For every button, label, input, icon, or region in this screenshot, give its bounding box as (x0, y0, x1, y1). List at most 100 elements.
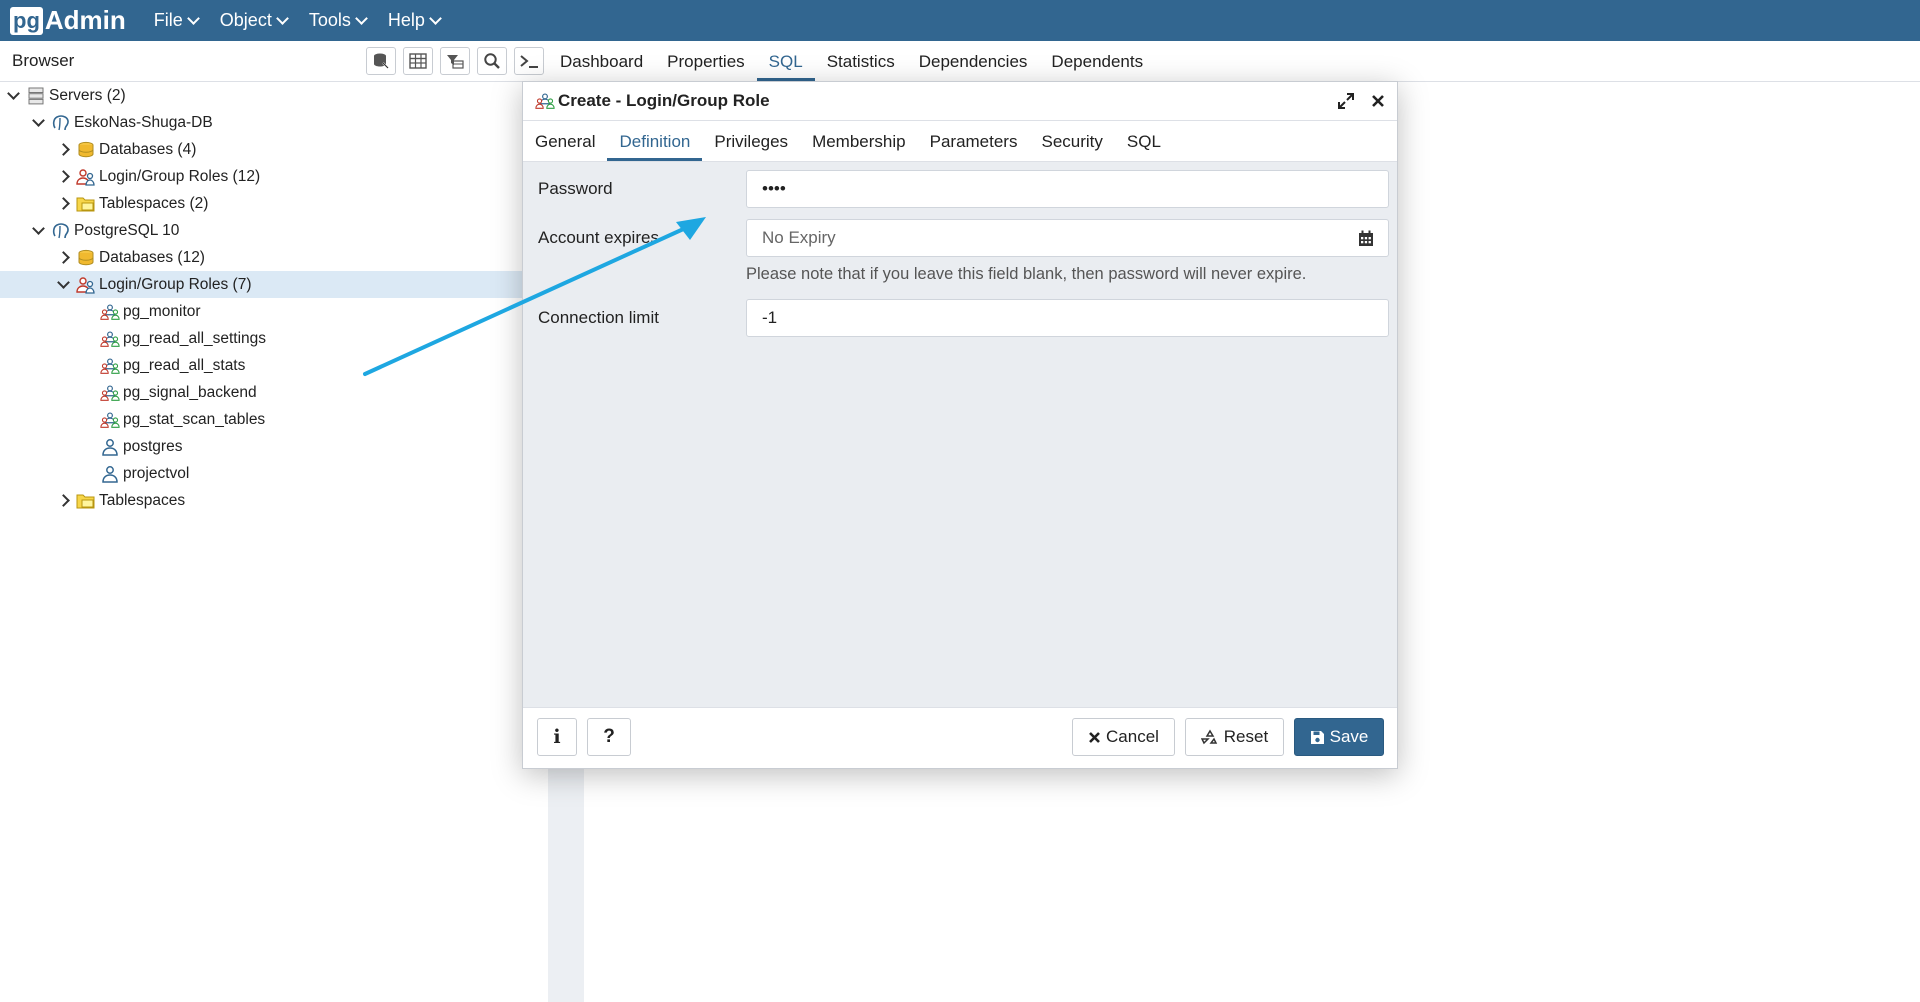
group-role-icon (100, 384, 120, 402)
user-role-icon (100, 438, 120, 456)
tree-node-pg-read-all-settings[interactable]: pg_read_all_settings (100, 325, 266, 352)
chevron-right-icon (56, 170, 70, 183)
password-label: Password (538, 179, 613, 198)
tree-toggle[interactable] (56, 170, 70, 183)
tree-toggle[interactable] (56, 251, 70, 264)
tab-statistics[interactable]: Statistics (815, 43, 907, 81)
servers-icon (26, 87, 46, 105)
tree-node-projectvol[interactable]: projectvol (100, 460, 189, 487)
tab-privileges[interactable]: Privileges (702, 123, 800, 161)
account-expires-field[interactable]: No Expiry (746, 219, 1345, 257)
tree-toggle[interactable] (56, 276, 70, 289)
tree-node-databases[interactable]: Databases (12) (56, 244, 205, 271)
save-label: Save (1329, 727, 1369, 746)
query-tool-button[interactable] (366, 47, 396, 75)
main-menu: File Object Tools Help (154, 10, 462, 31)
tab-properties[interactable]: Properties (655, 43, 756, 81)
tree-toggle[interactable] (56, 494, 70, 507)
group-role-icon (100, 411, 120, 429)
menu-object[interactable]: Object (219, 10, 289, 31)
tab-general[interactable]: General (523, 123, 607, 161)
tree-node-databases[interactable]: Databases (4) (56, 136, 196, 163)
calendar-button[interactable] (1344, 219, 1389, 257)
tree-node-login-roles-selected[interactable]: Login/Group Roles (7) (0, 271, 548, 298)
tree-toggle[interactable] (31, 114, 45, 127)
chevron-down-icon (429, 12, 442, 25)
tab-security[interactable]: Security (1029, 123, 1114, 161)
filter-table-icon (447, 55, 464, 69)
chevron-right-icon (56, 251, 70, 264)
search-objects-button[interactable] (477, 47, 507, 75)
tree-node-label: pg_signal_backend (123, 384, 257, 401)
chevron-down-icon (31, 222, 45, 235)
tree-node-label: Tablespaces (2) (99, 195, 209, 212)
cancel-label: Cancel (1106, 727, 1159, 746)
tree-node-label: Login/Group Roles (12) (99, 168, 261, 185)
tree-node-label: pg_read_all_stats (123, 357, 246, 374)
tree-node-pg-stat-scan-tables[interactable]: pg_stat_scan_tables (100, 406, 265, 433)
tab-dashboard[interactable]: Dashboard (548, 43, 655, 81)
close-button[interactable] (1365, 93, 1391, 109)
tree-toggle[interactable] (56, 143, 70, 156)
chevron-down-icon (186, 12, 200, 25)
tree-toggle[interactable] (31, 222, 45, 235)
maximize-button[interactable] (1333, 92, 1359, 110)
info-button[interactable]: i (537, 718, 577, 756)
expand-icon (1338, 93, 1354, 109)
tab-parameters[interactable]: Parameters (918, 123, 1030, 161)
calendar-icon (1359, 230, 1373, 246)
tab-sql[interactable]: SQL (1115, 123, 1173, 161)
tree-node-pg-signal-backend[interactable]: pg_signal_backend (100, 379, 257, 406)
browser-title: Browser (12, 51, 75, 70)
help-button[interactable]: ? (587, 718, 631, 756)
dialog-tab-bar: General Definition Privileges Membership… (523, 121, 1397, 162)
close-icon (1372, 95, 1384, 107)
tree-toggle[interactable] (6, 87, 20, 100)
tree-node-postgres[interactable]: postgres (100, 433, 182, 460)
tree-node-servers[interactable]: Servers (2) (6, 82, 126, 109)
database-query-icon (374, 53, 389, 69)
tree-node-label: pg_monitor (123, 303, 201, 320)
chevron-right-icon (56, 143, 70, 156)
tree-node-eskonas-shuga-db[interactable]: EskoNas-Shuga-DB (31, 109, 213, 136)
tab-dependents[interactable]: Dependents (1039, 43, 1155, 81)
menu-help[interactable]: Help (388, 10, 442, 31)
filtered-rows-button[interactable] (440, 47, 470, 75)
browser-tree: Servers (2) EskoNas-Shuga-DB Databases (… (0, 82, 548, 1002)
tree-node-postgresql-10[interactable]: PostgreSQL 10 (31, 217, 179, 244)
group-role-icon (100, 330, 120, 348)
tab-definition[interactable]: Definition (607, 123, 703, 161)
group-role-icon (100, 357, 120, 375)
menu-file-label: File (153, 10, 183, 30)
menu-file[interactable]: File (153, 10, 200, 31)
cancel-button[interactable]: Cancel (1072, 718, 1175, 756)
save-icon (1310, 730, 1325, 745)
save-button[interactable]: Save (1294, 718, 1384, 756)
menu-object-label: Object (219, 10, 272, 30)
psql-tool-button[interactable] (514, 47, 544, 75)
password-field[interactable]: •••• (746, 170, 1389, 208)
tab-dependencies[interactable]: Dependencies (907, 43, 1040, 81)
main-tab-bar: Dashboard Properties SQL Statistics Depe… (548, 41, 1920, 82)
databases-icon (76, 141, 96, 159)
chevron-down-icon (31, 114, 45, 127)
tree-node-tablespaces[interactable]: Tablespaces (2) (56, 190, 209, 217)
view-data-button[interactable] (403, 47, 433, 75)
server-elephant-icon (51, 222, 71, 240)
menu-tools[interactable]: Tools (309, 10, 368, 31)
tab-membership[interactable]: Membership (800, 123, 918, 161)
tree-node-login-roles[interactable]: Login/Group Roles (12) (56, 163, 261, 190)
pgadmin-logo[interactable]: pg Admin (10, 0, 126, 41)
connection-limit-field[interactable]: -1 (746, 299, 1389, 337)
tab-sql[interactable]: SQL (756, 43, 815, 81)
tree-node-label: Databases (12) (99, 249, 205, 266)
tree-node-pg-read-all-stats[interactable]: pg_read_all_stats (100, 352, 245, 379)
reset-button[interactable]: Reset (1185, 718, 1284, 756)
dialog-title-bar[interactable]: Create - Login/Group Role (523, 82, 1397, 121)
tree-node-tablespaces[interactable]: Tablespaces (56, 487, 185, 514)
tree-toggle[interactable] (56, 197, 70, 210)
chevron-down-icon (56, 276, 70, 289)
tree-node-pg-monitor[interactable]: pg_monitor (100, 298, 201, 325)
recycle-icon (1200, 729, 1219, 746)
tree-node-label: projectvol (123, 465, 190, 482)
